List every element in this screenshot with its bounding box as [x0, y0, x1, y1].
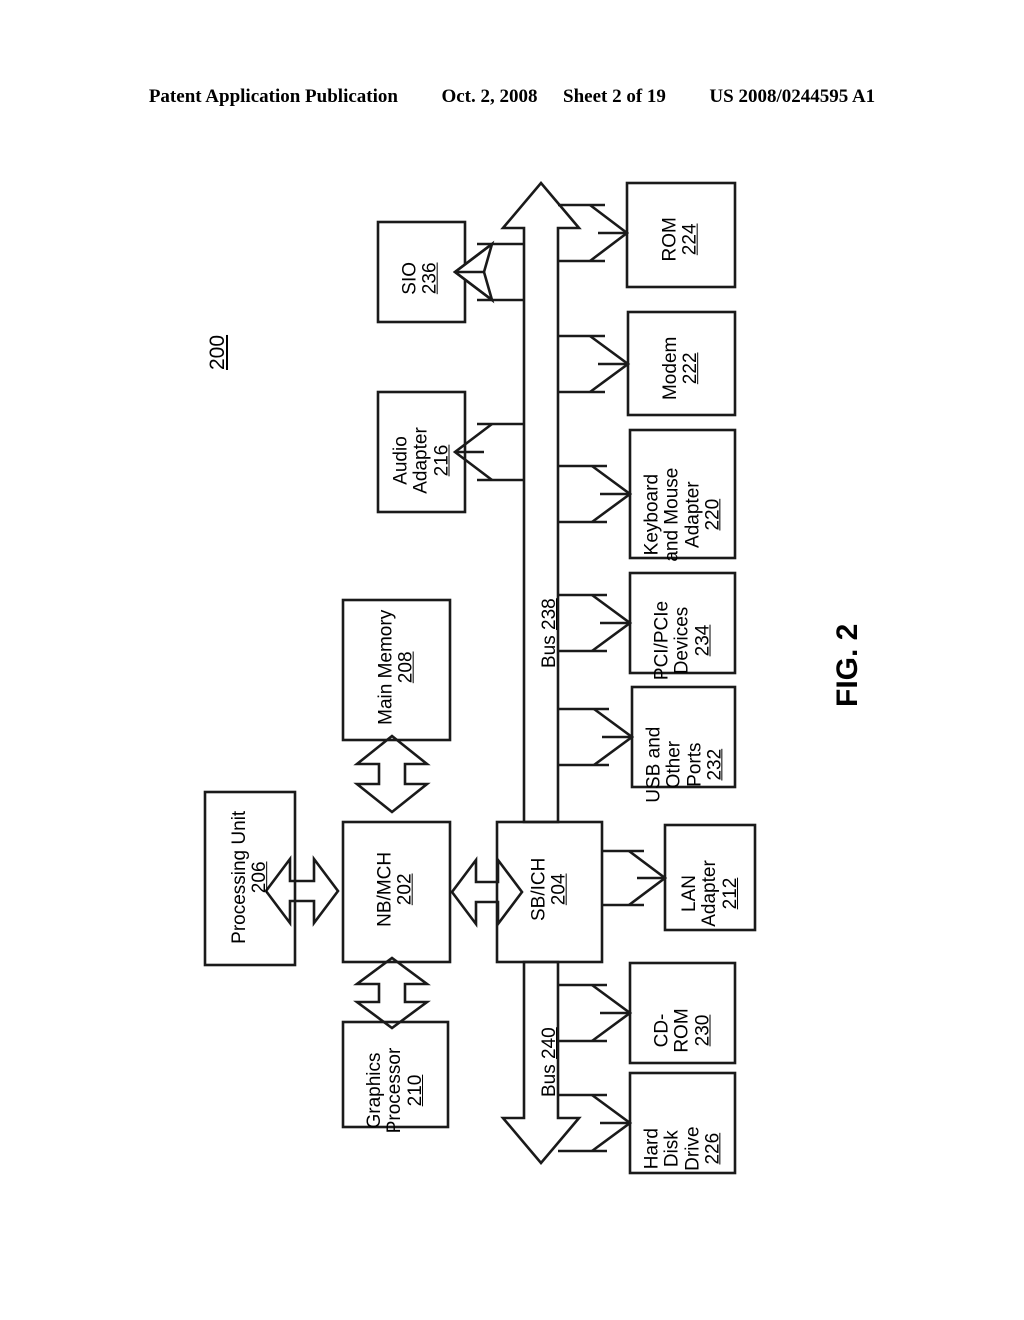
block-rect-hard-disk-drive	[628, 1071, 737, 1175]
block-rect-main-memory	[341, 598, 452, 742]
figure-2-block-diagram: SIO 236 Audio Adapter 216 Main Memory 20…	[0, 0, 1024, 1320]
arrow-nb-mch-sb-ich	[450, 856, 524, 928]
diagram-canvas	[203, 180, 757, 1175]
system-reference-200: 200	[206, 334, 229, 370]
figure-caption: FIG. 2	[831, 623, 864, 707]
arrow-nb-mch-graphics-processor	[353, 956, 431, 1030]
block-rect-rom	[625, 181, 737, 289]
label-bus-238-text: Bus	[539, 635, 560, 668]
block-rect-nb-mch	[341, 820, 452, 964]
label-bus-240-number: 240	[539, 1027, 560, 1059]
block-rect-keyboard-mouse	[628, 428, 737, 560]
block-rect-audio-adapter	[376, 390, 467, 514]
block-rect-lan-adapter	[663, 823, 757, 932]
block-rect-sio	[376, 220, 467, 324]
block-rect-processing-unit	[203, 790, 297, 967]
block-rect-graphics-processor	[341, 1020, 450, 1129]
block-rect-modem	[626, 310, 737, 417]
bus-238-arrow	[500, 180, 582, 824]
label-bus-240: Bus 240	[539, 1007, 561, 1097]
block-rect-usb-other-ports	[630, 685, 737, 789]
block-rect-cd-rom	[628, 961, 737, 1065]
label-bus-238-number: 238	[539, 598, 560, 630]
arrow-processing-unit-nb-mch	[264, 855, 340, 927]
block-rect-pci-pcie	[628, 571, 737, 675]
label-bus-240-text: Bus	[539, 1064, 560, 1097]
label-bus-238: Bus 238	[539, 578, 561, 668]
arrow-main-memory-nb-mch	[353, 734, 431, 814]
block-rect-sb-ich	[495, 820, 604, 964]
